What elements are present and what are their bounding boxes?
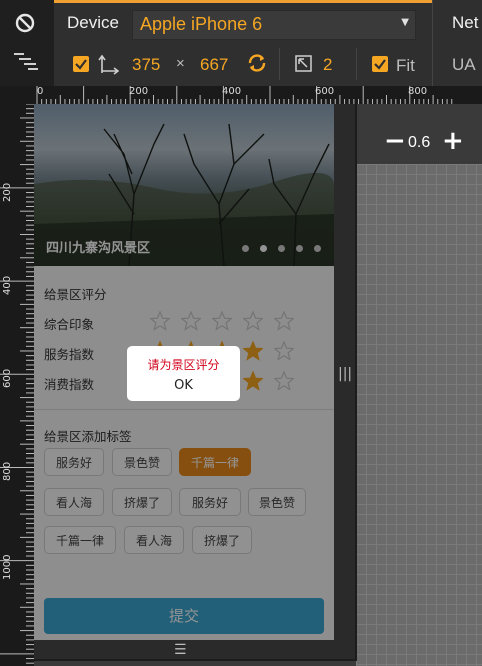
alert-dialog: 请为景区评分 OK	[127, 346, 240, 401]
network-label: Net	[452, 13, 479, 32]
left-ruler: 200 400 600 800 1000	[0, 104, 34, 666]
dialog-ok-button[interactable]: OK	[127, 378, 240, 393]
phone-screen: 四川九寨沟风景区 给景区评分 综合印象 服务指数 消费指数 给景区添加标签 服务…	[34, 104, 334, 640]
toolbar-divider	[279, 48, 280, 80]
grid-background	[356, 164, 482, 666]
ruler-label: 200	[129, 86, 149, 97]
dropdown-arrow-icon: ▼	[401, 17, 409, 28]
ruler-label: 400	[2, 275, 13, 295]
ruler-label: 1000	[2, 554, 13, 580]
top-ruler: 0 200 400 600 800	[34, 86, 482, 104]
device-scale-icon	[295, 55, 312, 72]
device-toolbar: Device Apple iPhone 6 ▼ Net 375 × 667 2 …	[0, 0, 482, 86]
ruler-label: 0	[37, 86, 44, 97]
zoom-in-button[interactable]: +	[442, 126, 464, 156]
fit-checkbox[interactable]	[372, 56, 388, 72]
device-frame: 四川九寨沟风景区 给景区评分 综合印象 服务指数 消费指数 给景区添加标签 服务…	[34, 104, 357, 661]
emulation-canvas: − 0.6 + 四川九寨沟风景区 给景区评分 综合印象 服务指数 消费指数 给景…	[34, 104, 482, 666]
resolution-checkbox[interactable]	[73, 56, 89, 72]
resize-handle-bottom-icon[interactable]: ☰	[174, 642, 187, 658]
zoom-out-button[interactable]: −	[384, 126, 406, 156]
ruler-label: 400	[222, 86, 242, 97]
active-indicator	[54, 0, 432, 3]
device-scale-input[interactable]: 2	[323, 55, 332, 75]
width-input[interactable]: 375	[132, 55, 160, 75]
resize-handle-right-icon[interactable]: |||	[338, 366, 352, 382]
ua-label: UA	[452, 55, 476, 74]
zoom-value: 0.6	[408, 134, 431, 151]
ruler-label: 600	[315, 86, 335, 97]
height-input[interactable]: 667	[200, 55, 228, 75]
toolbar-divider	[432, 0, 433, 86]
disable-emulation-icon[interactable]	[15, 13, 35, 33]
device-label: Device	[67, 13, 119, 32]
ruler-label: 600	[2, 368, 13, 388]
device-select[interactable]: Apple iPhone 6 ▼	[132, 10, 416, 40]
ruler-label: 800	[408, 86, 428, 97]
ruler-label: 200	[2, 182, 13, 202]
times-sign: ×	[176, 55, 185, 72]
fit-label: Fit	[396, 56, 415, 75]
device-select-value: Apple iPhone 6	[140, 14, 263, 34]
rotate-icon[interactable]	[246, 52, 268, 74]
ruler-corner	[0, 86, 34, 104]
swap-dimensions-icon[interactable]	[97, 53, 119, 75]
toolbar-divider	[356, 48, 357, 80]
toolbar-left-column	[0, 0, 54, 86]
ruler-label: 800	[2, 461, 13, 481]
media-queries-icon[interactable]	[14, 52, 38, 70]
dialog-message: 请为景区评分	[147, 358, 220, 372]
